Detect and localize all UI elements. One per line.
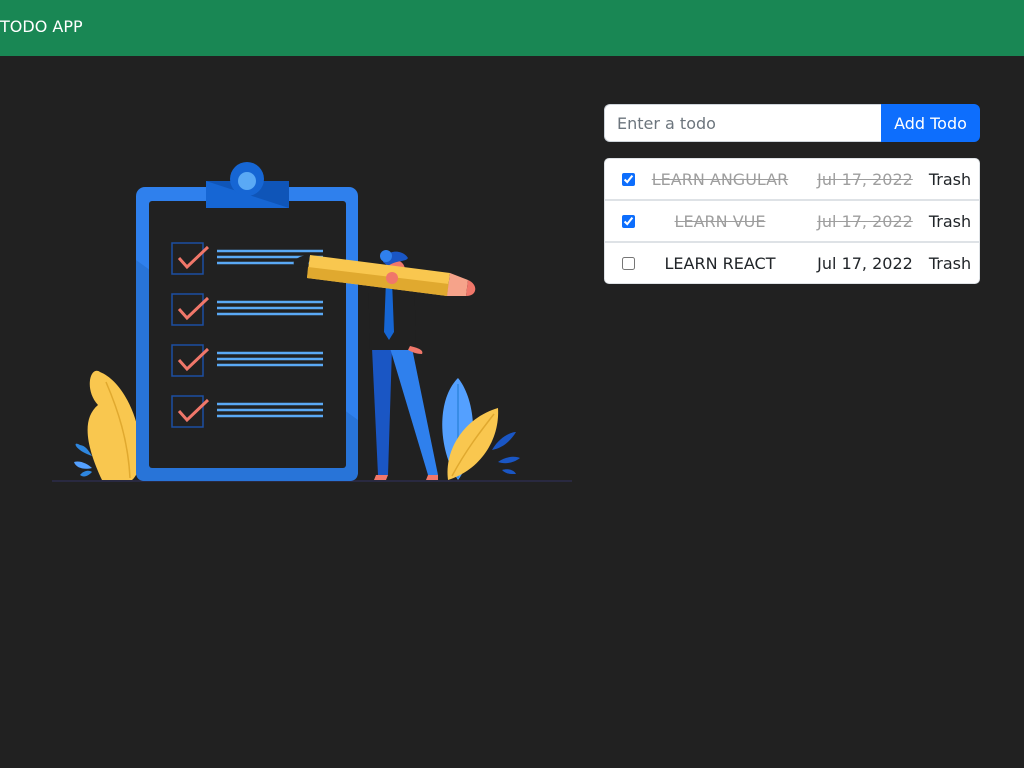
add-todo-form: Add Todo bbox=[604, 104, 980, 142]
todo-date: Jul 17, 2022 bbox=[817, 211, 913, 231]
add-todo-button[interactable]: Add Todo bbox=[881, 104, 980, 142]
todo-item: LEARN VUE Jul 17, 2022 Trash bbox=[604, 200, 980, 242]
todo-item: LEARN ANGULAR Jul 17, 2022 Trash bbox=[604, 158, 980, 200]
checklist-illustration bbox=[40, 150, 580, 490]
trash-button[interactable]: Trash bbox=[925, 212, 975, 231]
trash-button[interactable]: Trash bbox=[925, 170, 975, 189]
todo-checkbox[interactable] bbox=[622, 214, 635, 228]
todo-date: Jul 17, 2022 bbox=[817, 253, 913, 273]
todo-text: LEARN REACT bbox=[664, 253, 776, 273]
todo-panel: Add Todo LEARN ANGULAR Jul 17, 2022 Tras… bbox=[604, 104, 980, 284]
trash-button[interactable]: Trash bbox=[925, 254, 975, 273]
todo-checkbox[interactable] bbox=[622, 172, 635, 186]
todo-item: LEARN REACT Jul 17, 2022 Trash bbox=[604, 242, 980, 284]
todo-input[interactable] bbox=[604, 104, 881, 142]
todo-text: LEARN ANGULAR bbox=[651, 169, 789, 189]
todo-text: LEARN VUE bbox=[674, 211, 766, 231]
checklist-clipboard-icon bbox=[52, 162, 572, 482]
todo-list: LEARN ANGULAR Jul 17, 2022 Trash LEARN V… bbox=[604, 158, 980, 284]
app-brand[interactable]: TODO APP bbox=[0, 17, 83, 37]
todo-checkbox[interactable] bbox=[622, 256, 635, 270]
top-navbar: TODO APP bbox=[0, 0, 1024, 56]
todo-date: Jul 17, 2022 bbox=[817, 169, 913, 189]
